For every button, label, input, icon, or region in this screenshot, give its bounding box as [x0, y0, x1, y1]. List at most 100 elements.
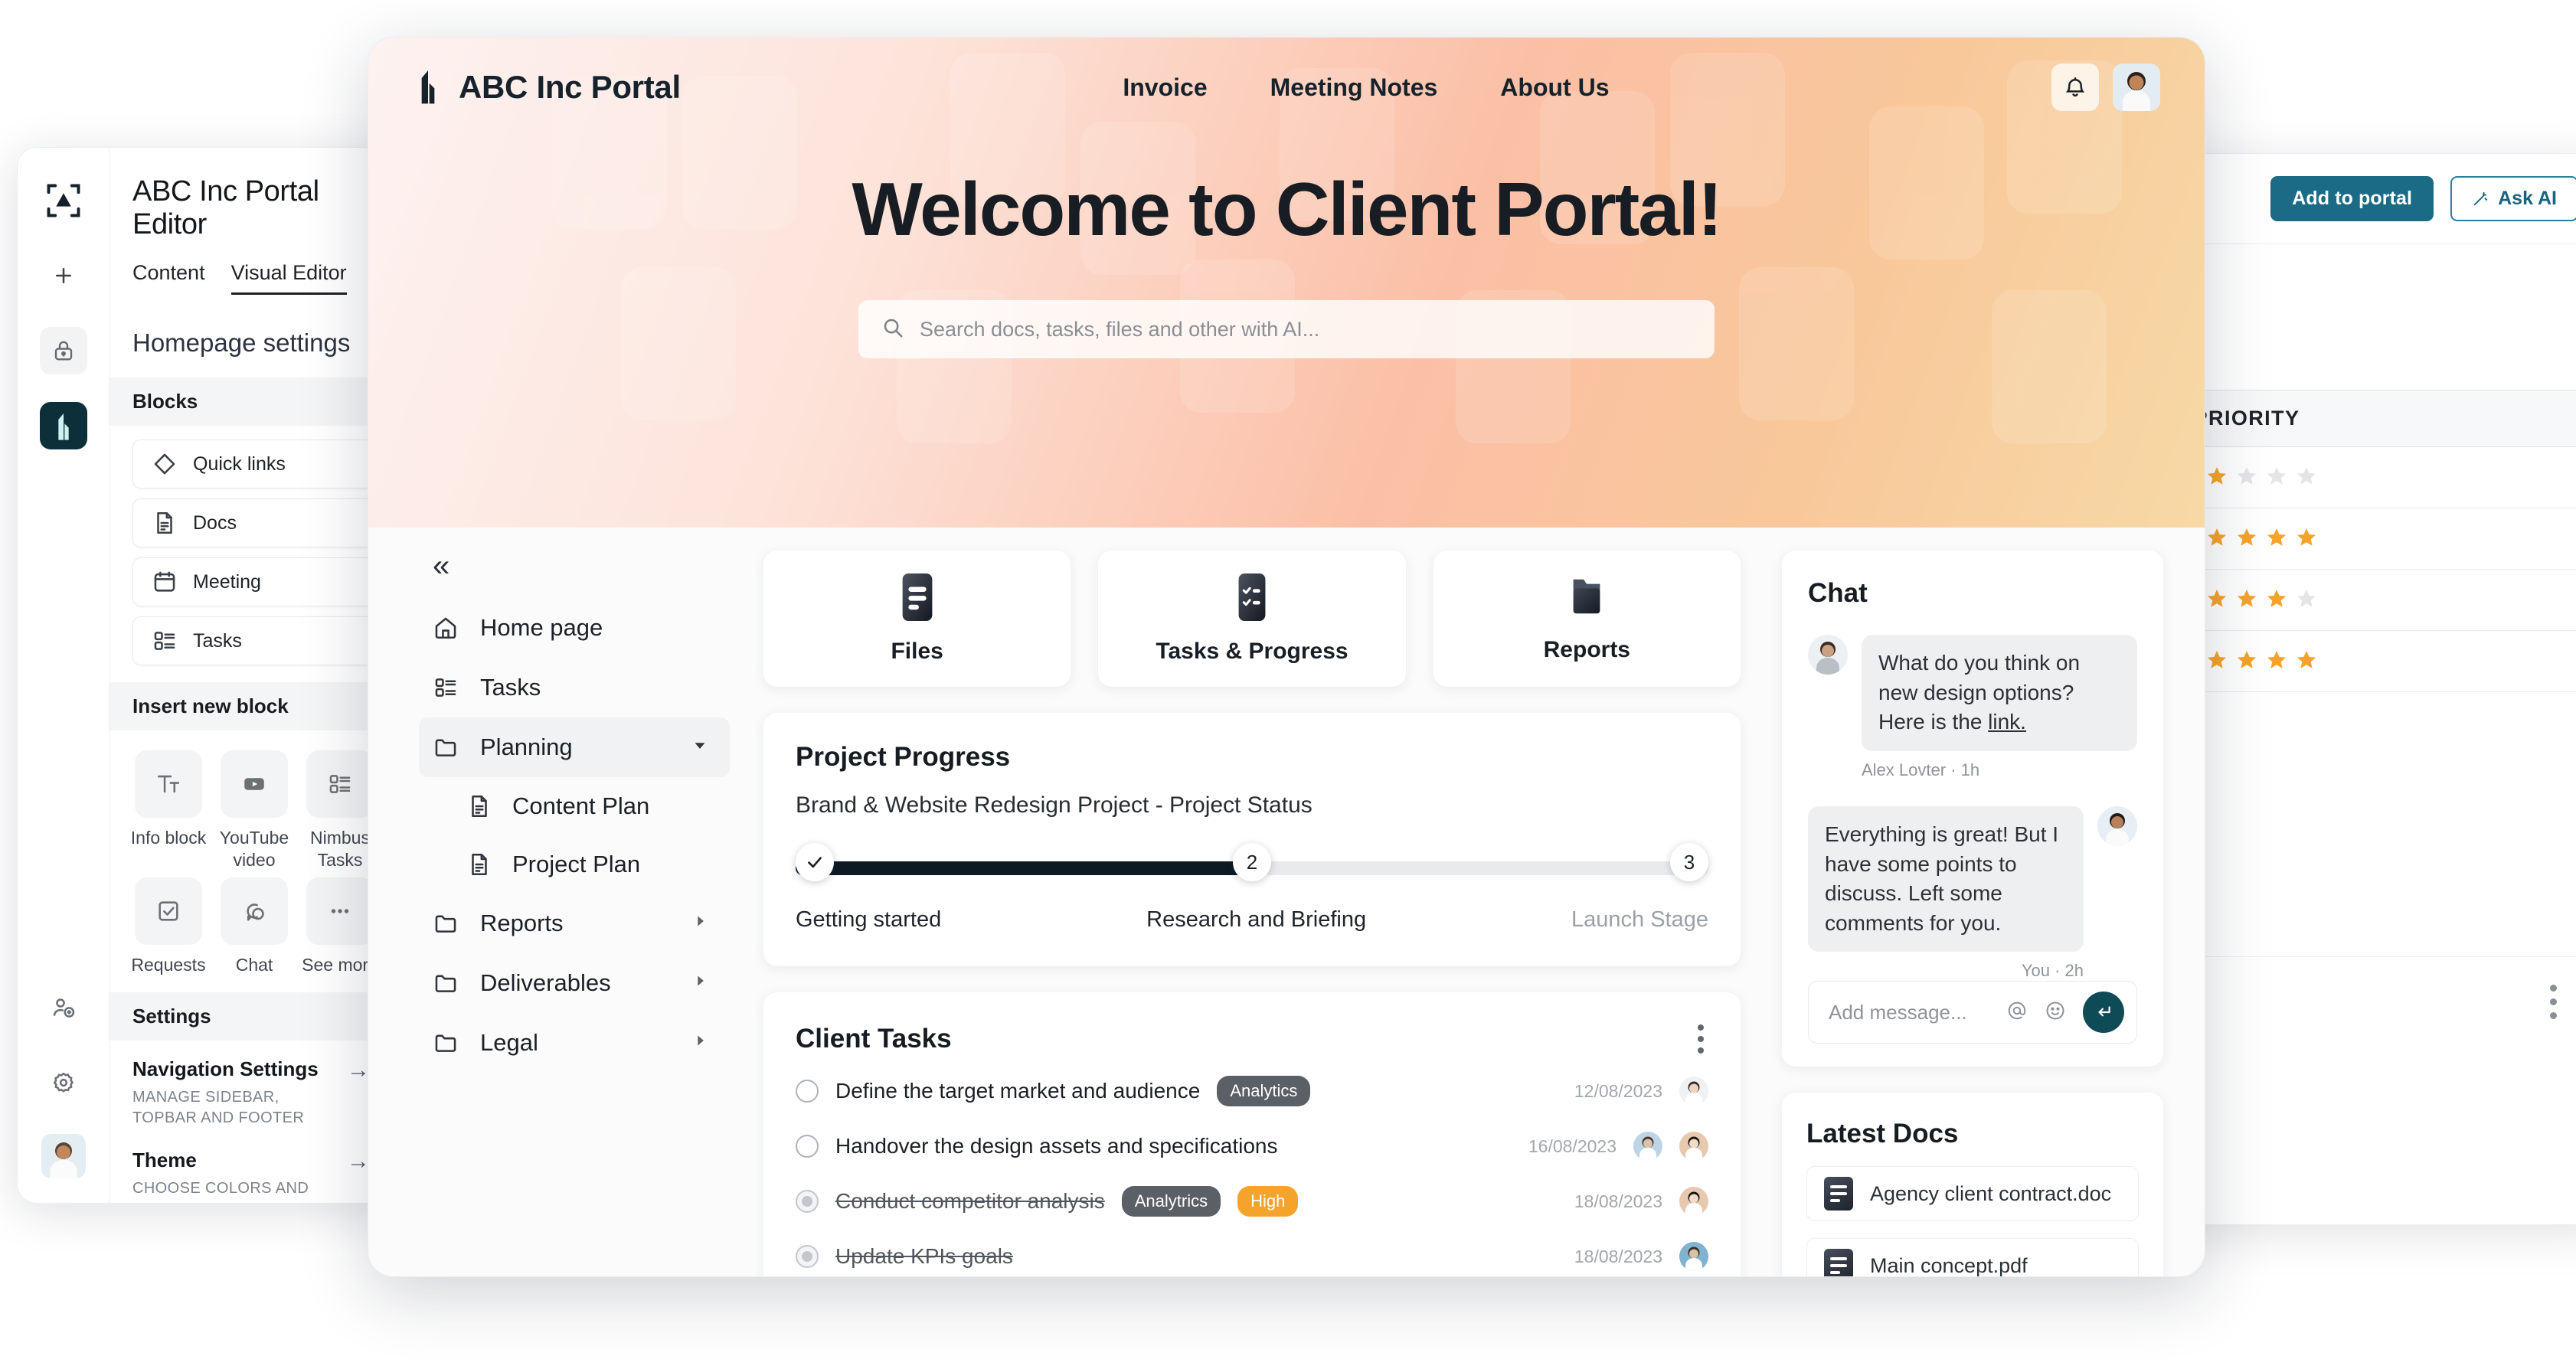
task-assignee-avatar[interactable] — [1679, 1242, 1708, 1271]
task-assignee-avatar[interactable] — [1679, 1187, 1708, 1216]
star-icon[interactable] — [2295, 649, 2318, 675]
sidebar-item-planning[interactable]: Planning — [419, 717, 730, 777]
block-item-meeting[interactable]: Meeting — [132, 557, 376, 606]
insert-section-title: Insert new block — [110, 682, 399, 730]
progress-step-2[interactable]: 2 — [1233, 843, 1271, 881]
chat-input-bar[interactable]: Add message... — [1808, 981, 2137, 1044]
user-avatar[interactable] — [41, 1134, 86, 1178]
notification-bell-icon[interactable] — [2051, 64, 2099, 111]
gear-icon-button[interactable] — [40, 1059, 87, 1106]
insert-block-chat[interactable]: Chat — [214, 877, 295, 976]
collapse-sidebar-icon[interactable]: « — [419, 551, 730, 598]
editor-tab-content[interactable]: Content — [132, 261, 205, 295]
portal-top-nav: Invoice Meeting Notes About Us — [681, 74, 2051, 102]
block-item-tasks[interactable]: Tasks — [132, 616, 376, 665]
task-tag[interactable]: Analytrics — [1121, 1186, 1221, 1217]
star-icon[interactable] — [2265, 649, 2288, 675]
sidebar-item-home-page[interactable]: Home page — [419, 598, 730, 658]
progress-step-1[interactable] — [796, 843, 834, 881]
insert-block-youtube-video[interactable]: YouTube video — [214, 750, 295, 871]
smiley-icon[interactable] — [2045, 1000, 2066, 1025]
add-button[interactable] — [40, 252, 87, 299]
app-logo-icon[interactable] — [40, 177, 87, 224]
editor-tab-visual-editor[interactable]: Visual Editor — [230, 261, 347, 295]
quick-card-reports[interactable]: Reports — [1433, 551, 1741, 687]
task-assignee-avatar[interactable] — [1679, 1132, 1708, 1161]
sidebar-item-deliverables[interactable]: Deliverables — [419, 953, 730, 1013]
progress-stepper[interactable]: 2 3 — [796, 843, 1708, 881]
sidebar-item-reports[interactable]: Reports — [419, 894, 730, 953]
top-nav-invoice[interactable]: Invoice — [1123, 74, 1207, 102]
star-icon[interactable] — [2295, 526, 2318, 552]
task-list-icon — [433, 675, 459, 701]
task-checkbox[interactable] — [796, 1080, 819, 1103]
search-bar[interactable]: Search docs, tasks, files and other with… — [858, 300, 1715, 358]
chevron-right-icon[interactable] — [690, 1029, 710, 1057]
block-item-quick-links[interactable]: Quick links — [132, 439, 376, 488]
portal-icon-button[interactable] — [39, 402, 87, 449]
sidebar-item-legal[interactable]: Legal — [419, 1013, 730, 1073]
chevron-down-icon[interactable] — [690, 734, 710, 761]
star-icon[interactable] — [2235, 587, 2258, 613]
ask-ai-button[interactable]: Ask AI — [2450, 176, 2576, 221]
task-row[interactable]: Handover the design assets and specifica… — [796, 1124, 1708, 1168]
task-row[interactable]: Define the target market and audience Ana… — [796, 1069, 1708, 1113]
quick-card-tasks-progress[interactable]: Tasks & Progress — [1098, 551, 1406, 687]
add-to-portal-button[interactable]: Add to portal — [2270, 176, 2434, 221]
task-tag[interactable]: High — [1237, 1186, 1299, 1217]
task-row[interactable]: Update KPIs goals 18/08/2023 — [796, 1234, 1708, 1276]
doc-list-item[interactable]: Agency client contract.doc — [1806, 1166, 2139, 1222]
top-nav-about-us[interactable]: About Us — [1500, 74, 1609, 102]
chat-input-placeholder[interactable]: Add message... — [1829, 1001, 1989, 1024]
quick-card-files[interactable]: Files — [763, 551, 1071, 687]
portal-brand[interactable]: ABC Inc Portal — [413, 66, 681, 109]
search-input-placeholder[interactable]: Search docs, tasks, files and other with… — [920, 318, 1319, 341]
star-icon[interactable] — [2295, 587, 2318, 613]
task-checkbox[interactable] — [796, 1135, 819, 1158]
task-row[interactable]: Conduct competitor analysis Analytrics Hig… — [796, 1179, 1708, 1224]
block-item-label: Meeting — [193, 570, 261, 593]
star-icon[interactable] — [2265, 526, 2288, 552]
at-icon[interactable] — [2006, 1000, 2028, 1025]
setting-navigation-settings[interactable]: Navigation Settings MANAGE SIDEBAR, TOPBA… — [110, 1041, 399, 1132]
star-icon[interactable] — [2205, 526, 2228, 552]
doc-list-item[interactable]: Main concept.pdf — [1806, 1238, 2139, 1276]
task-due-date: 18/08/2023 — [1574, 1246, 1662, 1266]
send-message-button[interactable] — [2083, 992, 2124, 1034]
sidebar-item-tasks[interactable]: Tasks — [419, 658, 730, 717]
portal-user-avatar[interactable] — [2113, 64, 2160, 111]
chevron-right-icon[interactable] — [690, 910, 710, 937]
star-icon[interactable] — [2205, 587, 2228, 613]
task-assignee-avatar[interactable] — [1633, 1132, 1662, 1161]
client-tasks-kebab-menu[interactable] — [1693, 1020, 1708, 1058]
task-checkbox[interactable] — [796, 1190, 819, 1213]
star-icon[interactable] — [2235, 649, 2258, 675]
add-user-icon-button[interactable] — [40, 984, 87, 1031]
task-tag[interactable]: Analytics — [1217, 1076, 1311, 1106]
sidebar-sub-item-project-plan[interactable]: Project Plan — [419, 835, 730, 894]
insert-block-info-block[interactable]: Info block — [128, 750, 209, 871]
top-nav-meeting-notes[interactable]: Meeting Notes — [1270, 74, 1438, 102]
star-icon[interactable] — [2235, 465, 2258, 491]
setting-theme[interactable]: Theme CHOOSE COLORS AND MORE TO MATCH YOU… — [110, 1132, 399, 1203]
star-icon[interactable] — [2235, 526, 2258, 552]
block-item-docs[interactable]: Docs — [132, 498, 376, 547]
insert-block-requests[interactable]: Requests — [128, 877, 209, 976]
star-icon[interactable] — [2205, 465, 2228, 491]
star-icon[interactable] — [2265, 587, 2288, 613]
task-checkbox[interactable] — [796, 1245, 819, 1268]
lock-icon-button[interactable] — [39, 327, 87, 374]
chevron-right-icon[interactable] — [690, 969, 710, 997]
progress-fill — [796, 861, 1252, 875]
editor-main-panel: ABC Inc Portal Editor Content Visual Edit… — [110, 148, 399, 1203]
star-icon[interactable] — [2205, 649, 2228, 675]
background-kebab-menu[interactable] — [2550, 985, 2557, 1019]
progress-step-3[interactable]: 3 — [1670, 843, 1708, 881]
task-assignee-avatar[interactable] — [1679, 1077, 1708, 1106]
star-icon[interactable] — [2295, 465, 2318, 491]
folder-icon — [433, 1030, 459, 1056]
sidebar-sub-item-content-plan[interactable]: Content Plan — [419, 777, 730, 835]
chat-link[interactable]: link. — [1988, 710, 2026, 734]
star-icon[interactable] — [2265, 465, 2288, 491]
latest-docs-card: Latest Docs Agency client contract.doc Ma… — [1782, 1093, 2163, 1276]
